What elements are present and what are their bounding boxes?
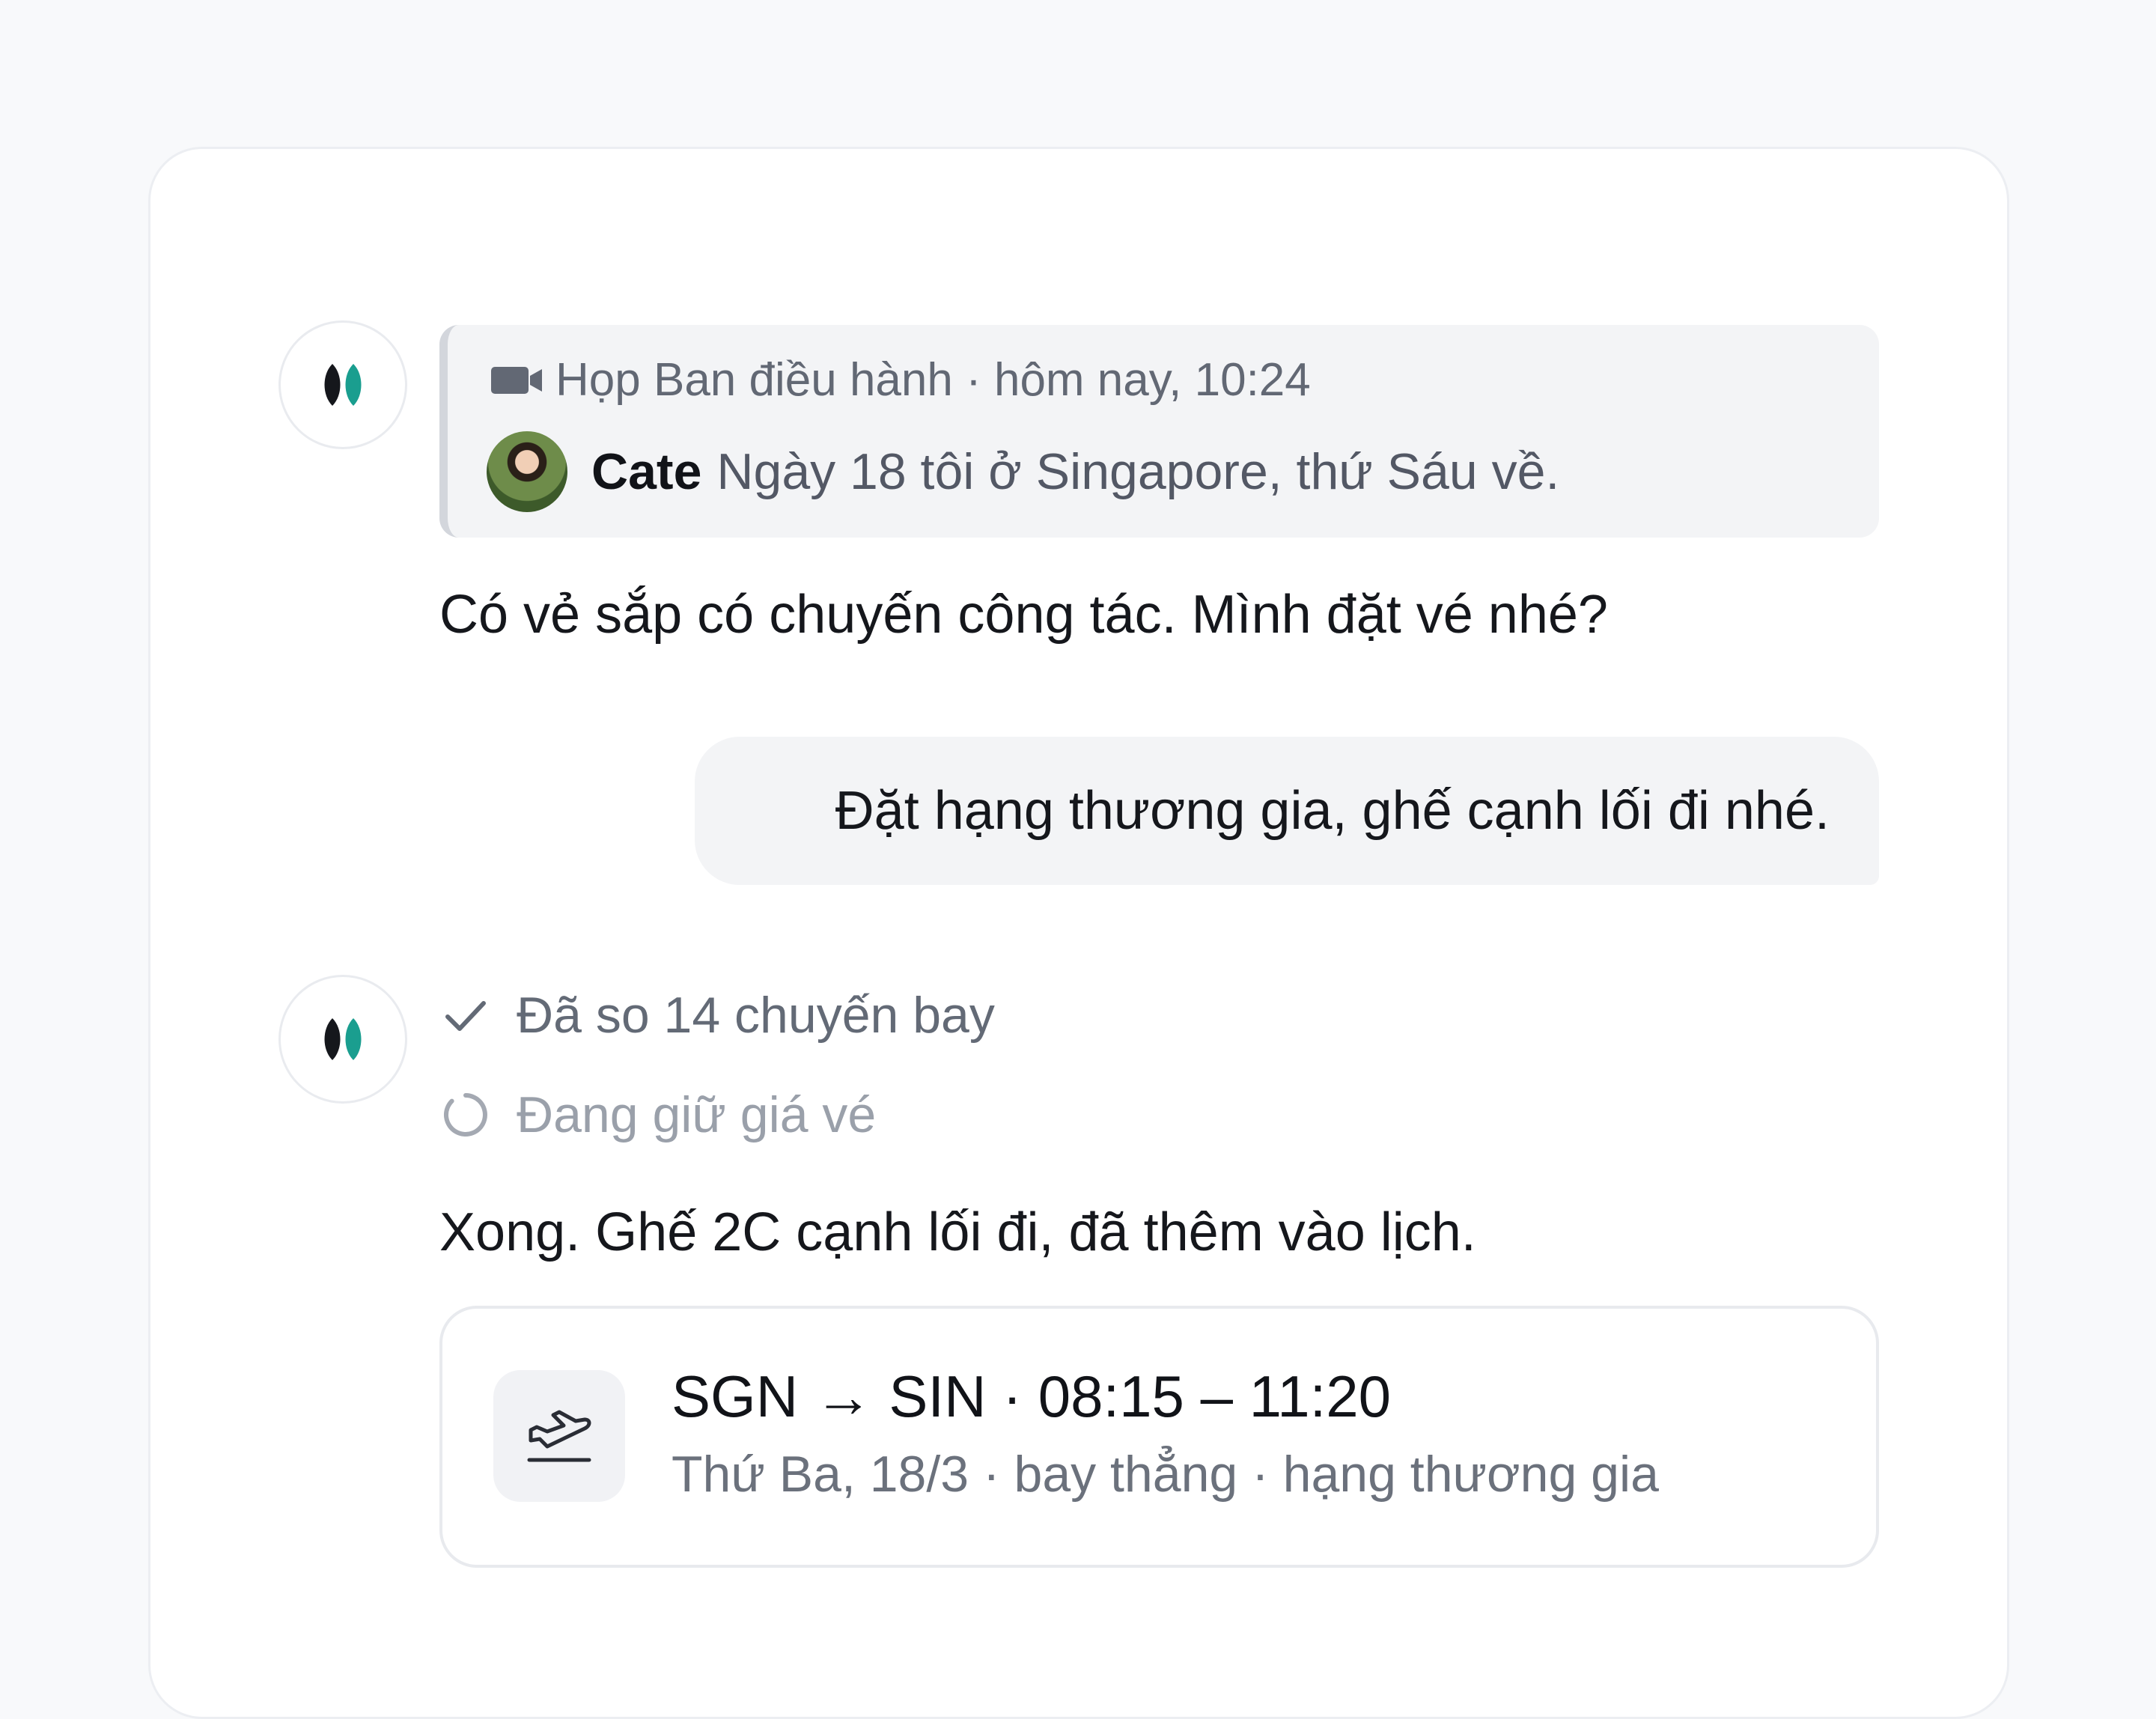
assistant-message: Xong. Ghế 2C cạnh lối đi, đã thêm vào lị… — [439, 1202, 1476, 1262]
quote-text: Ngày 18 tôi ở Singapore, thứ Sáu về. — [716, 443, 1560, 500]
assistant-avatar — [278, 975, 407, 1104]
flight-route: SGN → SIN · 08:15 – 11:20 — [672, 1363, 1392, 1429]
step-label: Đang giữ giá vé — [517, 1086, 877, 1143]
user-message-text: Đặt hạng thương gia, ghế cạnh lối đi nhé… — [835, 781, 1830, 841]
spinner-icon — [443, 1093, 487, 1137]
speaker-name: Cate — [591, 443, 702, 500]
check-icon — [445, 1001, 486, 1031]
assistant-logo-icon — [324, 364, 362, 406]
step-label: Đã so 14 chuyến bay — [517, 987, 995, 1044]
meeting-context-card[interactable]: Họp Ban điều hành · hôm nay, 10:24 Cate … — [439, 325, 1879, 538]
assistant-avatar — [278, 320, 407, 449]
video-camera-icon — [491, 366, 542, 394]
assistant-message: Có vẻ sắp có chuyến công tác. Mình đặt v… — [439, 585, 1608, 645]
meeting-title: Họp Ban điều hành · hôm nay, 10:24 — [555, 354, 1311, 406]
flight-details: Thứ Ba, 18/3 · bay thẳng · hạng thương g… — [672, 1446, 1659, 1503]
meeting-quote: Cate Ngày 18 tôi ở Singapore, thứ Sáu về… — [487, 431, 1559, 512]
speaker-avatar — [487, 431, 567, 512]
flight-icon-tile — [493, 1370, 625, 1502]
user-message-bubble: Đặt hạng thương gia, ghế cạnh lối đi nhé… — [695, 737, 1879, 885]
step-pending: Đang giữ giá vé — [442, 1086, 876, 1144]
airplane-takeoff-icon — [527, 1410, 591, 1462]
flight-card[interactable]: SGN → SIN · 08:15 – 11:20 Thứ Ba, 18/3 ·… — [439, 1306, 1879, 1568]
assistant-logo-icon — [324, 1018, 362, 1060]
meeting-meta: Họp Ban điều hành · hôm nay, 10:24 — [490, 353, 1311, 407]
step-done: Đã so 14 chuyến bay — [442, 986, 995, 1044]
